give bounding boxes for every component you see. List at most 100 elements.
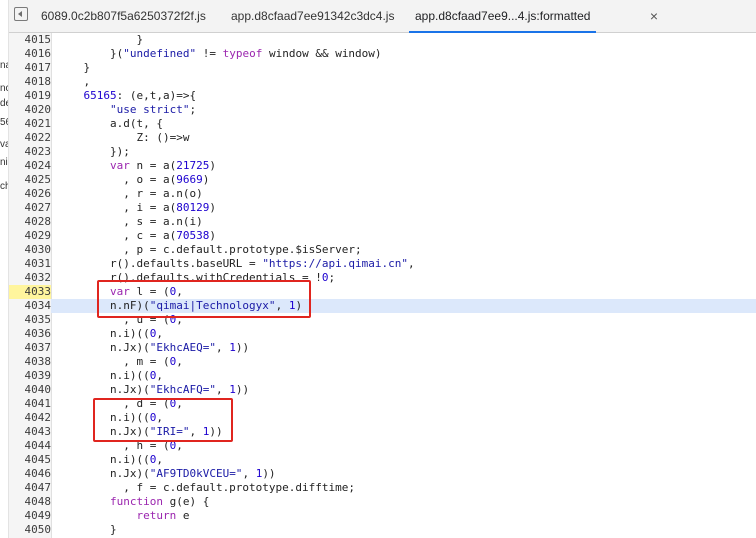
left-strip-fragment: nc [0, 83, 8, 94]
code-text: return e [136, 509, 190, 522]
line-number[interactable]: 4049 [9, 509, 51, 523]
code-line[interactable]: 4017 } [9, 61, 756, 75]
line-number[interactable]: 4038 [9, 355, 51, 369]
line-number[interactable]: 4030 [9, 243, 51, 257]
code-text: r().defaults.baseURL = "https://api.qima… [57, 257, 415, 270]
line-number[interactable]: 4036 [9, 327, 51, 341]
line-number[interactable]: 4037 [9, 341, 51, 355]
code-line[interactable]: 4030 , p = c.default.prototype.$isServer… [9, 243, 756, 257]
code-text: , s = a.n(i) [57, 215, 203, 228]
code-line[interactable]: 4029 , c = a(70538) [9, 229, 756, 243]
code-line[interactable]: 4016 }("undefined" != typeof window && w… [9, 47, 756, 61]
code-line[interactable]: 4027 , i = a(80129) [9, 201, 756, 215]
line-number[interactable]: 4028 [9, 215, 51, 229]
line-number[interactable]: 4026 [9, 187, 51, 201]
line-number[interactable]: 4033 [9, 285, 51, 299]
line-number[interactable]: 4034 [9, 299, 51, 313]
line-number[interactable]: 4042 [9, 411, 51, 425]
code-text: n.i)((0, [57, 453, 163, 466]
line-number[interactable]: 4047 [9, 481, 51, 495]
line-number[interactable]: 4027 [9, 201, 51, 215]
code-line[interactable]: 4019 65165: (e,t,a)=>{ [9, 89, 756, 103]
line-number[interactable]: 4029 [9, 229, 51, 243]
line-number[interactable]: 4025 [9, 173, 51, 187]
left-strip-fragment: de [0, 98, 8, 109]
code-text: , r = a.n(o) [57, 187, 203, 200]
code-text: n.i)((0, [57, 327, 163, 340]
code-text: } [57, 33, 144, 46]
code-line[interactable]: 4038 , m = (0, [9, 355, 756, 369]
tab-6089-js[interactable]: 6089.0c2b807f5a6250372f2f.js [35, 0, 212, 32]
left-strip-fragment: va [0, 139, 8, 150]
code-line[interactable]: 4026 , r = a.n(o) [9, 187, 756, 201]
code-line[interactable]: 4049 return e [9, 509, 756, 523]
code-text: n.Jx)("EkhcAFQ=", 1)) [57, 383, 250, 396]
code-text: Z: ()=>w [57, 131, 190, 144]
line-number[interactable]: 4022 [9, 131, 51, 145]
line-number[interactable]: 4024 [9, 159, 51, 173]
code-line[interactable]: 4037 n.Jx)("EkhcAEQ=", 1)) [9, 341, 756, 355]
line-number[interactable]: 4031 [9, 257, 51, 271]
code-text: n.i)((0, [57, 369, 163, 382]
code-text: } [57, 523, 117, 536]
left-strip-fragment: ni [0, 157, 8, 168]
code-text: , c = a(70538) [57, 229, 216, 242]
line-number[interactable]: 4015 [9, 33, 51, 47]
code-line[interactable]: 4015 } [9, 33, 756, 47]
code-line[interactable]: 4025 , o = a(9669) [9, 173, 756, 187]
line-number[interactable]: 4044 [9, 439, 51, 453]
line-number[interactable]: 4046 [9, 467, 51, 481]
line-number[interactable]: 4020 [9, 103, 51, 117]
code-line[interactable]: 4031 r().defaults.baseURL = "https://api… [9, 257, 756, 271]
code-line[interactable]: 4048 function g(e) { [9, 495, 756, 509]
toggle-navigator-icon[interactable] [14, 7, 28, 21]
code-text: var n = a(21725) [109, 159, 216, 172]
line-number[interactable]: 4017 [9, 61, 51, 75]
line-number[interactable]: 4018 [9, 75, 51, 89]
line-number[interactable]: 4045 [9, 453, 51, 467]
line-number[interactable]: 4023 [9, 145, 51, 159]
line-number[interactable]: 4016 [9, 47, 51, 61]
code-text: n.Jx)("AF9TD0kVCEU=", 1)) [57, 467, 276, 480]
line-number[interactable]: 4050 [9, 523, 51, 537]
code-line[interactable]: 4047 , f = c.default.prototype.difftime; [9, 481, 756, 495]
code-line[interactable]: 4046 n.Jx)("AF9TD0kVCEU=", 1)) [9, 467, 756, 481]
annotation-box-nF-call [97, 280, 311, 318]
code-line[interactable]: 4020 "use strict"; [9, 103, 756, 117]
line-number[interactable]: 4043 [9, 425, 51, 439]
close-icon[interactable]: × [647, 9, 661, 23]
code-text: }("undefined" != typeof window && window… [57, 47, 382, 60]
line-number[interactable]: 4048 [9, 495, 51, 509]
code-line[interactable]: 4022 Z: ()=>w [9, 131, 756, 145]
code-line[interactable]: 4024 var n = a(21725) [9, 159, 756, 173]
code-line[interactable]: 4018 , [9, 75, 756, 89]
line-number[interactable]: 4041 [9, 397, 51, 411]
line-number[interactable]: 4019 [9, 89, 51, 103]
code-line[interactable]: 4039 n.i)((0, [9, 369, 756, 383]
code-text: } [57, 61, 91, 74]
code-line[interactable]: 4050 } [9, 523, 756, 537]
code-text: }); [57, 145, 130, 158]
code-text: "use strict"; [109, 103, 197, 116]
editor-tab-bar: 6089.0c2b807f5a6250372f2f.js app.d8cfaad… [9, 0, 756, 33]
code-text: 65165: (e,t,a)=>{ [83, 89, 197, 102]
line-number[interactable]: 4032 [9, 271, 51, 285]
code-line[interactable]: 4036 n.i)((0, [9, 327, 756, 341]
line-number[interactable]: 4039 [9, 369, 51, 383]
line-number[interactable]: 4035 [9, 313, 51, 327]
code-line[interactable]: 4028 , s = a.n(i) [9, 215, 756, 229]
code-line[interactable]: 4023 }); [9, 145, 756, 159]
annotation-box-IRI-call [93, 398, 233, 442]
code-text: a.d(t, { [57, 117, 163, 130]
code-text: , p = c.default.prototype.$isServer; [57, 243, 362, 256]
tab-app-js[interactable]: app.d8cfaad7ee91342c3dc4.js [225, 0, 400, 32]
line-number[interactable]: 4040 [9, 383, 51, 397]
tab-app-js-formatted[interactable]: app.d8cfaad7ee9...4.js:formatted [409, 0, 597, 33]
code-line[interactable]: 4045 n.i)((0, [9, 453, 756, 467]
left-strip-fragment: 56 [0, 117, 8, 128]
line-number[interactable]: 4021 [9, 117, 51, 131]
code-text: , [57, 75, 91, 88]
left-panel-strip: na nc de 56 va ni ch [0, 0, 9, 538]
code-line[interactable]: 4040 n.Jx)("EkhcAFQ=", 1)) [9, 383, 756, 397]
code-line[interactable]: 4021 a.d(t, { [9, 117, 756, 131]
